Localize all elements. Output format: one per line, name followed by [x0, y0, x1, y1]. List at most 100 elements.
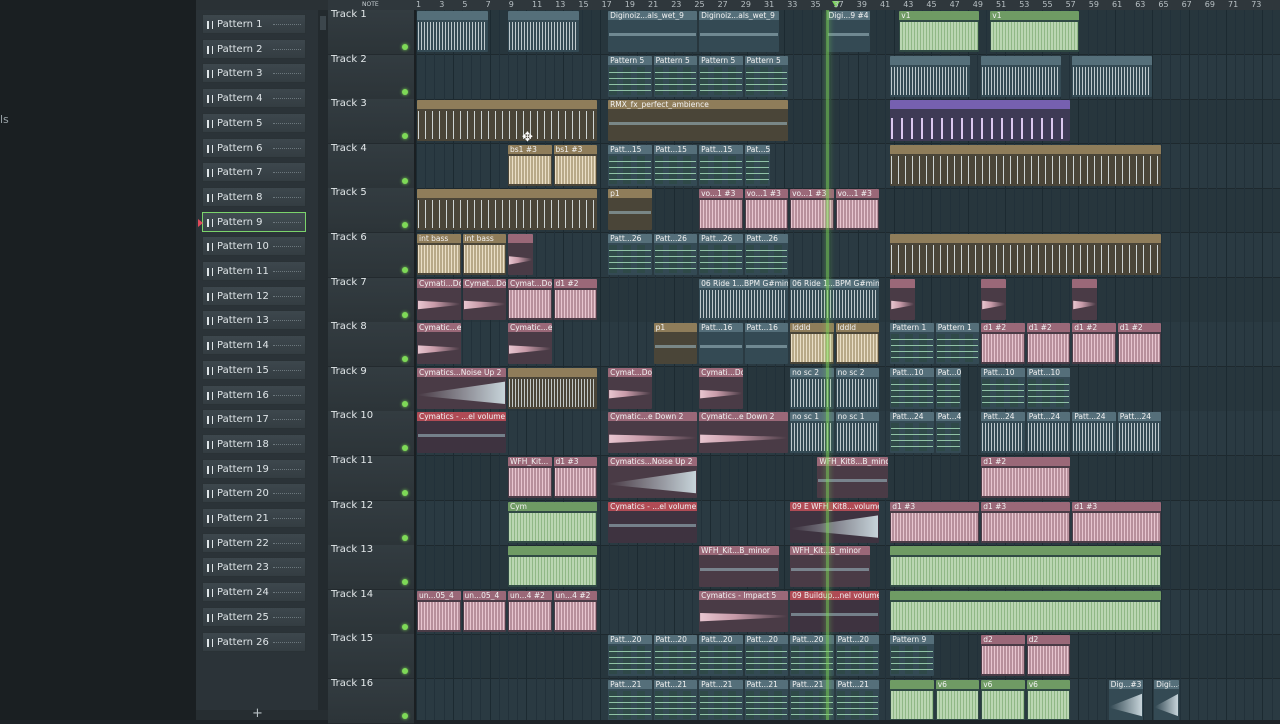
playlist-clip[interactable]: Pattern 5 [744, 55, 789, 97]
playlist-clip[interactable]: Cymati...Down 1 [699, 367, 743, 409]
playlist-clip[interactable]: Patt...24 [981, 412, 1025, 454]
playlist-clip[interactable]: Cymat...Down 1 [508, 278, 552, 320]
pattern-item[interactable]: Pattern 6 [202, 137, 306, 158]
track-enable-led-icon[interactable] [402, 222, 408, 229]
playlist-clip[interactable]: Patt...20 [653, 635, 698, 677]
playlist-clip[interactable]: 06 Ride 1...BPM G#min [790, 278, 880, 320]
playlist-clip[interactable] [890, 234, 1162, 275]
playlist-clip[interactable]: Digi...9 #4 [826, 11, 870, 52]
pattern-item[interactable]: Pattern 18 [202, 433, 306, 454]
playlist-clip[interactable]: p1 [653, 323, 698, 365]
playlist-clip[interactable]: Pat...5 [744, 144, 770, 186]
playlist-clip[interactable]: int bass [462, 234, 506, 275]
playlist-clip[interactable]: bs1 #3 [553, 144, 597, 186]
pattern-item[interactable]: Pattern 7 [202, 162, 306, 183]
playlist-clip[interactable] [890, 680, 934, 720]
pattern-item[interactable]: Pattern 8 [202, 186, 306, 207]
playlist-clip[interactable]: 06 Ride 1...BPM G#min [699, 278, 789, 320]
track-header[interactable]: Track 6 [328, 232, 414, 278]
playlist-clip[interactable]: Cymat...Down 1 [462, 278, 506, 320]
pattern-item[interactable]: Pattern 25 [202, 606, 306, 627]
track-header[interactable]: Track 13 [328, 544, 414, 591]
pattern-item[interactable]: Pattern 11 [202, 261, 306, 281]
playlist-clip[interactable]: Patt...10 [1026, 367, 1071, 409]
playlist-clip[interactable]: Patt...24 [1026, 412, 1071, 454]
track-enable-led-icon[interactable] [402, 44, 408, 50]
playlist-clip[interactable]: v6 [981, 680, 1025, 720]
playlist-clip[interactable]: v6 [1026, 680, 1071, 720]
track-enable-led-icon[interactable] [402, 356, 408, 363]
track-enable-led-icon[interactable] [402, 88, 408, 95]
pattern-item[interactable]: Pattern 26 [202, 631, 306, 652]
playlist-clip[interactable] [508, 546, 597, 588]
playlist-clip[interactable]: Patt...15 [653, 144, 698, 186]
playlist-clip[interactable]: no sc 1 [835, 412, 880, 454]
playlist-clip[interactable]: WFH_Kit...B_minor [699, 546, 779, 588]
picker-scrollbar[interactable] [318, 10, 328, 710]
playlist-clip[interactable]: 09 E WFH_Kit8...volume [790, 501, 880, 543]
playlist-clip[interactable]: vo...1 #3 [835, 189, 880, 231]
pattern-item[interactable]: Pattern 9 [198, 211, 306, 232]
playlist-clip[interactable]: Diginoiz...als_wet_9 [608, 11, 698, 52]
track-enable-led-icon[interactable] [402, 445, 408, 452]
playlist-clip[interactable] [890, 590, 1162, 632]
playlist-clip[interactable]: d1 #2 [553, 278, 597, 320]
track-header[interactable]: Track 10 [328, 410, 414, 457]
playlist-clip[interactable]: Patt...20 [699, 635, 743, 677]
playlist-clip[interactable]: Patt...21 [835, 680, 880, 720]
pattern-item[interactable]: Pattern 4 [202, 88, 306, 109]
playlist-clip[interactable]: d1 #2 [1072, 323, 1116, 365]
playlist-clip[interactable]: Patt...26 [744, 234, 789, 275]
playlist-clip[interactable]: WFH_Kit... [508, 457, 552, 498]
playlist-clip[interactable] [1072, 278, 1098, 320]
playlist-clip[interactable]: d1 #2 [1026, 323, 1071, 365]
playlist-clip[interactable]: Cymatics - ...el volume [417, 412, 506, 454]
playlist-clip[interactable]: d2 [981, 635, 1025, 677]
playlist-clip[interactable]: Patt...24 [1117, 412, 1162, 454]
track-header[interactable]: Track 5 [328, 187, 414, 234]
playlist-clip[interactable]: d1 #3 [890, 501, 980, 543]
playlist-clip[interactable]: Patt...24 [1072, 412, 1116, 454]
playlist-clip[interactable]: Patt...20 [608, 635, 652, 677]
playlist-clip[interactable]: Pattern 5 [608, 55, 652, 97]
playlist-clip[interactable]: Patt...24 [890, 412, 934, 454]
playlist-clip[interactable]: Patt...26 [608, 234, 652, 275]
playlist-clip[interactable]: v6 [935, 680, 980, 720]
playlist-clip[interactable]: 09 Buildup...nel volume [790, 590, 880, 632]
track-enable-led-icon[interactable] [402, 267, 408, 273]
playlist-clip[interactable] [890, 55, 971, 97]
pattern-item[interactable]: Pattern 12 [202, 285, 306, 306]
playlist-clip[interactable]: Cymatic...e Down 2 [699, 412, 789, 454]
playlist-clip[interactable]: Digi...#3 [1154, 680, 1180, 720]
playlist-clip[interactable]: un...05_4 [417, 590, 461, 632]
playlist-clip[interactable]: int bass [417, 234, 461, 275]
playlist-clip[interactable]: Cymati...Down 1 [417, 278, 461, 320]
track-enable-led-icon[interactable] [402, 311, 408, 318]
playhead-line[interactable] [826, 10, 829, 720]
playlist-clip[interactable]: d2 [1026, 635, 1071, 677]
playlist-clip[interactable]: Patt...26 [653, 234, 698, 275]
pattern-item[interactable]: Pattern 3 [202, 63, 306, 84]
track-enable-led-icon[interactable] [402, 623, 408, 630]
playlist-clip[interactable] [508, 11, 579, 52]
track-header[interactable]: Track 12 [328, 500, 414, 546]
playlist-clip[interactable]: Pat...0 [935, 367, 961, 409]
playlist-clip[interactable]: un...4 #2 [508, 590, 552, 632]
track-header[interactable]: Track 7 [328, 277, 414, 323]
playlist-clip[interactable]: Patt...21 [608, 680, 652, 720]
playlist-grid[interactable]: Diginoiz...als_wet_9 Diginoiz...als_wet_9… [416, 10, 1280, 720]
playlist-clip[interactable]: Pattern 5 [699, 55, 743, 97]
pattern-item[interactable]: Pattern 2 [202, 38, 306, 59]
playlist-clip[interactable]: Patt...15 [608, 144, 652, 186]
pattern-item[interactable]: Pattern 24 [202, 582, 306, 603]
pattern-item[interactable]: Pattern 13 [202, 310, 306, 331]
playlist-clip[interactable]: p1 [608, 189, 652, 231]
playlist-clip[interactable]: Patt...21 [699, 680, 743, 720]
playlist-clip[interactable]: d1 #2 [981, 457, 1071, 498]
playlist-clip[interactable]: Cymatic...e Down 2 [508, 323, 552, 365]
playlist-clip[interactable]: Patt...20 [835, 635, 880, 677]
playlist-clip[interactable]: Patt...10 [890, 367, 934, 409]
playlist-clip[interactable]: d1 #3 [981, 501, 1071, 543]
playlist-clip[interactable]: Cymatic...e Down 2 [417, 323, 461, 365]
track-enable-led-icon[interactable] [402, 713, 408, 719]
